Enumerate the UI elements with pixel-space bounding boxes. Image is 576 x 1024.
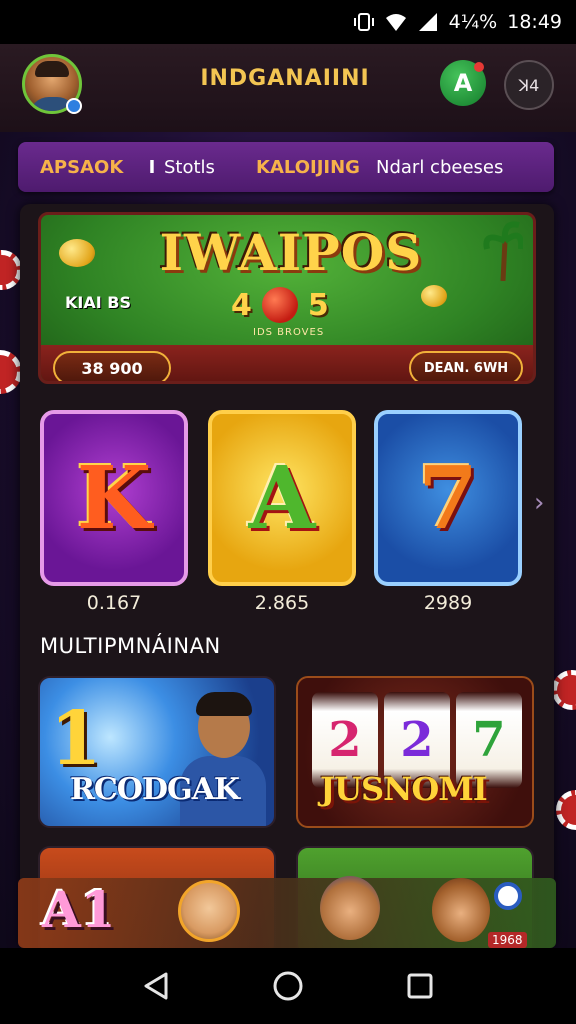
coin-icon (421, 285, 447, 307)
slot-tile-k[interactable]: K (40, 410, 188, 586)
character-face-icon (178, 880, 240, 942)
banner-number-right: 5 (307, 287, 329, 323)
card-label: RCODGAK (70, 772, 240, 807)
grey-button-label: ꓘ4 (518, 75, 540, 95)
game-card-jusnomi[interactable]: 2 2 7 JUSNOMI (296, 676, 534, 828)
profile-menu-button[interactable]: ꓘ4 (504, 60, 554, 110)
vibrate-icon (353, 13, 374, 31)
character-face-icon (432, 878, 490, 942)
ball-icon (261, 287, 298, 323)
recents-square-icon (407, 973, 433, 999)
banner-title: IWAIPOS (159, 223, 423, 282)
section-title: MULTIPMNÁINAN (40, 634, 221, 658)
slot-tile-7[interactable]: 7 (374, 410, 522, 586)
verified-badge-icon (66, 98, 82, 114)
banner-left-text: KIAI BS (65, 293, 131, 312)
notification-dot-icon (474, 62, 484, 72)
slot-symbol: 7 (418, 447, 478, 549)
character-face-icon (320, 876, 380, 940)
tab-slots[interactable]: Stotls (164, 157, 256, 178)
back-triangle-icon (144, 972, 168, 1000)
slot-symbol: A (248, 447, 316, 549)
dealer-character (180, 692, 266, 826)
avatar-hair (35, 61, 69, 77)
left-chip-decoration (0, 350, 22, 394)
signal-icon (418, 13, 437, 31)
banner-balance-pill[interactable]: 38 900 (53, 351, 171, 381)
slot-value: 2989 (423, 592, 473, 614)
promo-label: A1 (42, 880, 116, 939)
game-card-rcodgak[interactable]: 1 RCODGAK (38, 676, 276, 828)
app-header: INDGANAIINI A ꓘ4 (0, 44, 576, 132)
back-button[interactable] (136, 966, 176, 1006)
status-bar: 4¼% 18:49 (0, 0, 576, 44)
chip-badge: 1968 (488, 932, 527, 948)
banner-action-pill[interactable]: DEAN. 6WH (409, 351, 523, 381)
banner-number-left: 4 (231, 287, 252, 323)
dealer-hair (196, 692, 252, 716)
home-button[interactable] (268, 966, 308, 1006)
slot-symbol: K (76, 447, 152, 549)
left-chip-decoration (0, 250, 22, 290)
banner-center-numbers: 4 5 (231, 287, 329, 323)
featured-banner[interactable]: IWAIPOS KIAI BS 4 5 IDS BROVES 38 900 DE… (38, 212, 536, 384)
coin-icon (59, 239, 95, 267)
category-tabs: APSAOK I Stotls KALOIJING Ndarl cbeeses (18, 142, 554, 192)
card-big-number: 1 (50, 696, 102, 782)
app-title: INDGANAIINI (200, 66, 370, 91)
battery-percent: 4¼% (448, 11, 498, 33)
tab-separator: I (148, 156, 156, 178)
right-chip-decoration (552, 670, 576, 710)
palm-tree-icon (483, 221, 523, 281)
tab-kaloijing[interactable]: KALOIJING (256, 157, 376, 178)
right-chip-decoration (556, 790, 576, 830)
clock-icon (494, 882, 522, 910)
wifi-icon (385, 14, 406, 31)
green-action-button[interactable]: A (440, 60, 486, 106)
home-circle-icon (273, 971, 303, 1001)
slot-value: 0.167 (86, 592, 142, 614)
slot-tile-a[interactable]: A (208, 410, 356, 586)
green-button-label: A (453, 69, 473, 97)
tab-ndarl-cbeeses[interactable]: Ndarl cbeeses (376, 157, 503, 178)
recents-button[interactable] (400, 966, 440, 1006)
chevron-right-icon[interactable]: › (534, 488, 544, 518)
system-nav-bar (0, 948, 576, 1024)
slot-value: 2.865 (254, 592, 310, 614)
card-label: JUSNOMI (320, 770, 488, 808)
clock: 18:49 (507, 11, 562, 33)
tab-apsaok[interactable]: APSAOK (40, 157, 140, 178)
banner-subtext: IDS BROVES (253, 327, 325, 338)
